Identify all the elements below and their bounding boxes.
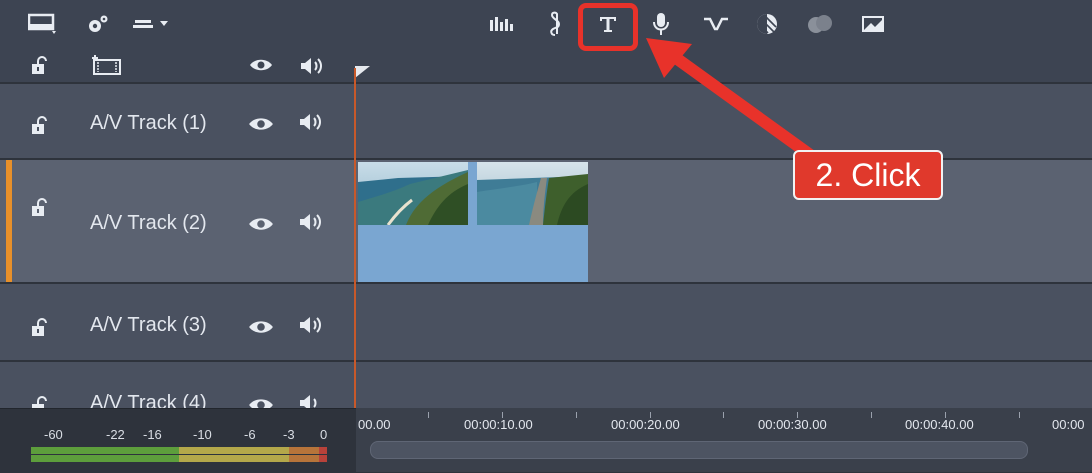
track-audio-speaker-icon[interactable]: [298, 315, 324, 335]
storyboard-toggle-icon[interactable]: [28, 10, 60, 38]
transition-icon[interactable]: [702, 10, 730, 38]
playhead-handle[interactable]: [355, 66, 370, 78]
ruler-label: 00:00:10.00: [464, 417, 533, 432]
master-track-header: [0, 48, 355, 82]
music-icon[interactable]: [544, 10, 566, 38]
ruler-label: 00:00: [1052, 417, 1085, 432]
track-name[interactable]: A/V Track (1): [90, 112, 207, 135]
track-audio-speaker-icon[interactable]: [298, 112, 324, 132]
timeline-toolbar: [0, 0, 1092, 49]
track-name[interactable]: A/V Track (2): [90, 212, 207, 235]
meter-label: -16: [143, 427, 162, 442]
voiceover-mic-icon[interactable]: [650, 10, 672, 38]
av-track-3[interactable]: A/V Track (3): [0, 282, 1092, 362]
av-track-1[interactable]: A/V Track (1): [0, 82, 1092, 160]
track-header: A/V Track (3): [0, 284, 355, 362]
track-lock-icon[interactable]: [30, 198, 52, 218]
ruler-label: 00:00:20.00: [611, 417, 680, 432]
clip-thumbnail: [358, 162, 468, 225]
track-lane[interactable]: [356, 84, 1092, 160]
click-callout: 2. Click: [793, 150, 943, 200]
track-visibility-eye-icon[interactable]: [248, 114, 274, 134]
overlay-icon[interactable]: [806, 10, 834, 38]
av-track-4[interactable]: A/V Track (4): [0, 360, 1092, 410]
track-visibility-eye-icon[interactable]: [248, 317, 274, 337]
audio-mixer-icon[interactable]: [488, 10, 516, 38]
track-audio-speaker-icon[interactable]: [298, 212, 324, 232]
track-header: A/V Track (1): [0, 84, 355, 160]
meter-label: -6: [244, 427, 256, 442]
video-clip[interactable]: [358, 162, 588, 282]
ruler-label: 00:00:40.00: [905, 417, 974, 432]
clip-thumbnail: [477, 162, 588, 225]
playhead-line[interactable]: [354, 68, 356, 428]
add-track-icon[interactable]: [90, 54, 122, 76]
track-lock-icon[interactable]: [30, 116, 52, 136]
track-visibility-eye-icon[interactable]: [248, 214, 274, 234]
track-lane[interactable]: [356, 284, 1092, 362]
meter-label: 0: [320, 427, 328, 442]
timeline-header-row: [0, 48, 1092, 82]
time-ruler[interactable]: 00.00 00:00:10.00 00:00:20.00 00:00:30.0…: [356, 408, 1092, 472]
master-audio-speaker-icon[interactable]: [299, 56, 325, 76]
master-lock-icon[interactable]: [30, 56, 52, 76]
track-lock-icon[interactable]: [30, 318, 52, 338]
selected-track-indicator: [6, 160, 12, 284]
motion-tracking-icon[interactable]: [860, 10, 886, 38]
color-correction-icon[interactable]: [754, 10, 780, 38]
audio-level-meter: [31, 447, 327, 462]
track-name[interactable]: A/V Track (3): [90, 314, 207, 337]
timeline-scrollbar[interactable]: [370, 441, 1028, 459]
track-layout-dropdown-icon[interactable]: [132, 10, 174, 38]
ruler-label: 00.00: [358, 417, 391, 432]
settings-gear-icon[interactable]: [84, 10, 112, 38]
track-lane[interactable]: [356, 362, 1092, 410]
meter-label: -10: [193, 427, 212, 442]
meter-label: -60: [44, 427, 63, 442]
track-header: A/V Track (2): [0, 160, 355, 284]
meter-label: -22: [106, 427, 125, 442]
meter-label: -3: [283, 427, 295, 442]
highlight-box: [578, 3, 638, 51]
ruler-label: 00:00:30.00: [758, 417, 827, 432]
track-header: A/V Track (4): [0, 362, 355, 410]
master-visibility-eye-icon[interactable]: [249, 57, 273, 73]
